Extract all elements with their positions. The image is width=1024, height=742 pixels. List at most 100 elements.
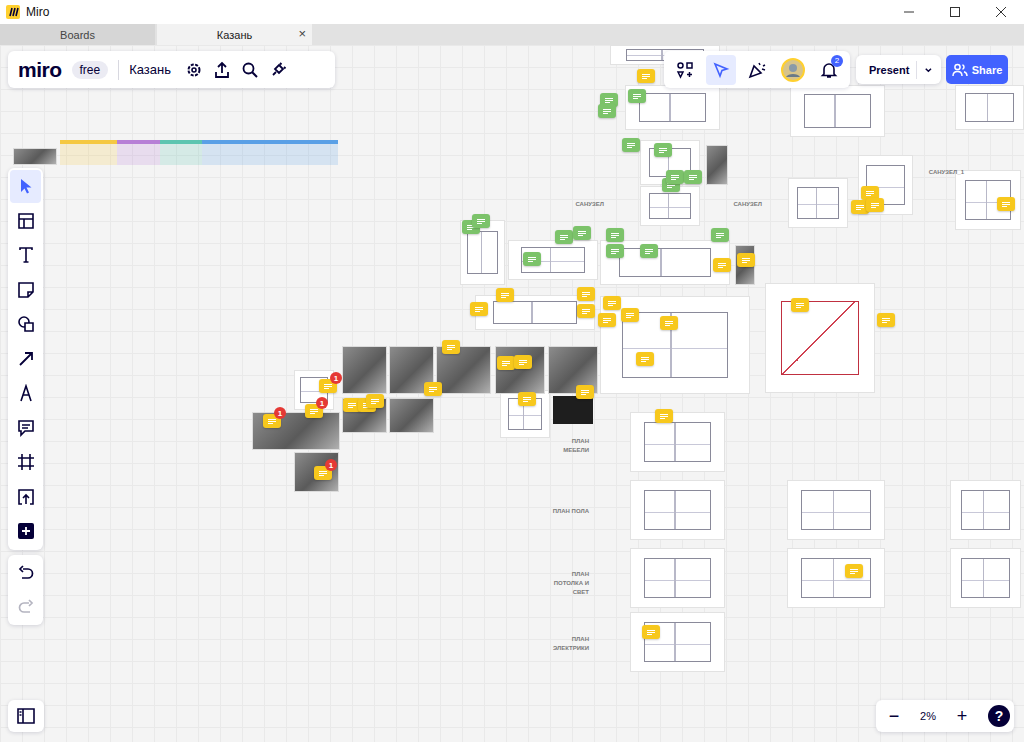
board-label[interactable]: САНУЗЕЛ [560, 200, 604, 209]
board-name[interactable]: Казань [129, 62, 171, 77]
board-label[interactable]: ПЛАН ПОЛА [545, 507, 589, 516]
comment-pin[interactable] [603, 296, 621, 310]
comment-pin[interactable] [606, 244, 624, 258]
tool-button[interactable] [10, 515, 41, 548]
top-tool[interactable] [706, 55, 736, 85]
comment-pin[interactable] [684, 170, 702, 184]
board-image[interactable] [553, 396, 593, 424]
board-image[interactable] [508, 240, 598, 280]
maximize-icon[interactable] [932, 0, 978, 24]
plan-badge[interactable]: free [72, 61, 109, 79]
comment-pin[interactable] [621, 308, 639, 322]
tool-button[interactable] [10, 239, 41, 272]
comment-pin[interactable] [523, 252, 541, 266]
comment-pin[interactable] [711, 228, 729, 242]
tool-button[interactable] [10, 205, 41, 238]
tab-close-button[interactable]: × [298, 26, 306, 41]
zoom-level[interactable]: 2% [920, 710, 936, 722]
tool-button[interactable] [10, 446, 41, 479]
board-image[interactable] [706, 145, 728, 185]
comment-pin[interactable] [573, 226, 591, 240]
comment-pin[interactable] [877, 313, 895, 327]
comment-pin[interactable] [598, 313, 616, 327]
board-image[interactable] [950, 548, 1021, 608]
board-image[interactable] [630, 412, 725, 472]
board-label[interactable]: САНУЗЕЛ_1 [920, 168, 964, 177]
comment-pin[interactable] [496, 288, 514, 302]
export-icon[interactable] [213, 61, 231, 79]
comment-pin[interactable] [576, 385, 594, 399]
table-column[interactable] [160, 140, 202, 165]
table-column[interactable] [60, 140, 117, 165]
comment-pin[interactable] [713, 258, 731, 272]
comment-pin[interactable] [606, 228, 624, 242]
board-image[interactable] [787, 548, 885, 608]
comment-pin[interactable] [497, 356, 515, 370]
comment-pin[interactable]: 1 [314, 466, 332, 480]
comment-pin[interactable] [577, 304, 595, 318]
comment-pin[interactable] [555, 230, 573, 244]
comment-pin[interactable] [866, 198, 884, 212]
miro-logo[interactable]: miro [18, 58, 62, 82]
table-column[interactable] [270, 140, 338, 165]
zoom-out-button[interactable]: − [886, 706, 902, 727]
chevron-down-icon[interactable] [924, 65, 933, 75]
comment-pin[interactable]: 1 [263, 414, 281, 428]
comment-pin[interactable] [518, 392, 536, 406]
board-canvas[interactable]: САНУЗЕЛ САНУЗЕЛ САНУЗЕЛ_1 ПЛАН МЕБЕЛИ ПЛАН П… [0, 45, 1024, 742]
table-column[interactable] [117, 140, 160, 165]
board-label[interactable]: ПЛАН ПОТОЛКА И СВЕТ [545, 570, 589, 597]
comment-pin[interactable] [470, 302, 488, 316]
board-label[interactable]: САНУЗЕЛ [718, 200, 762, 209]
comment-pin[interactable] [637, 69, 655, 83]
comment-pin[interactable] [424, 382, 442, 396]
comment-pin[interactable] [442, 340, 460, 354]
comment-pin[interactable] [845, 564, 863, 578]
board-label[interactable]: ПЛАН ЭЛЕКТРИКИ [545, 635, 589, 653]
top-tool[interactable]: 2 [814, 55, 844, 85]
integrations-icon[interactable] [269, 61, 287, 79]
comment-pin[interactable] [366, 394, 384, 408]
tab[interactable]: Казань × [157, 24, 312, 45]
comment-pin[interactable] [737, 253, 755, 267]
comment-pin[interactable] [628, 89, 646, 103]
board-image[interactable] [955, 85, 1024, 130]
board-image[interactable] [790, 85, 885, 137]
board-image[interactable] [787, 480, 885, 540]
comment-pin[interactable] [655, 409, 673, 423]
comment-pin[interactable] [514, 355, 532, 369]
board-image[interactable] [630, 480, 725, 540]
comment-pin[interactable]: 1 [305, 404, 323, 418]
board-image[interactable] [630, 612, 725, 672]
tool-button[interactable] [10, 481, 41, 514]
table-column[interactable] [202, 140, 270, 165]
top-tool[interactable] [778, 55, 808, 85]
comment-pin[interactable] [654, 143, 672, 157]
present-button[interactable]: Present [856, 55, 941, 84]
comment-pin[interactable] [622, 138, 640, 152]
comment-pin[interactable] [472, 214, 490, 228]
tool-button[interactable] [10, 343, 41, 376]
zoom-in-button[interactable]: + [954, 706, 970, 727]
tool-button[interactable] [10, 308, 41, 341]
board-image[interactable] [389, 398, 434, 433]
share-button[interactable]: Share [946, 55, 1008, 84]
close-icon[interactable] [978, 0, 1024, 24]
settings-icon[interactable] [185, 61, 203, 79]
board-image[interactable] [950, 480, 1021, 540]
board-image[interactable] [495, 346, 545, 394]
history-button[interactable] [10, 591, 41, 624]
comment-pin[interactable] [642, 625, 660, 639]
board-label[interactable]: ПЛАН МЕБЕЛИ [545, 437, 589, 455]
comment-pin[interactable]: 1 [319, 379, 337, 393]
comment-pin[interactable] [791, 298, 809, 312]
comment-pin[interactable] [636, 352, 654, 366]
tool-button[interactable] [10, 274, 41, 307]
board-image[interactable] [765, 283, 875, 393]
top-tool[interactable] [742, 55, 772, 85]
comment-pin[interactable] [666, 170, 684, 184]
board-image[interactable] [342, 346, 387, 394]
board-sidebar-button[interactable] [8, 700, 44, 732]
comment-pin[interactable] [640, 244, 658, 258]
top-tool[interactable] [670, 55, 700, 85]
